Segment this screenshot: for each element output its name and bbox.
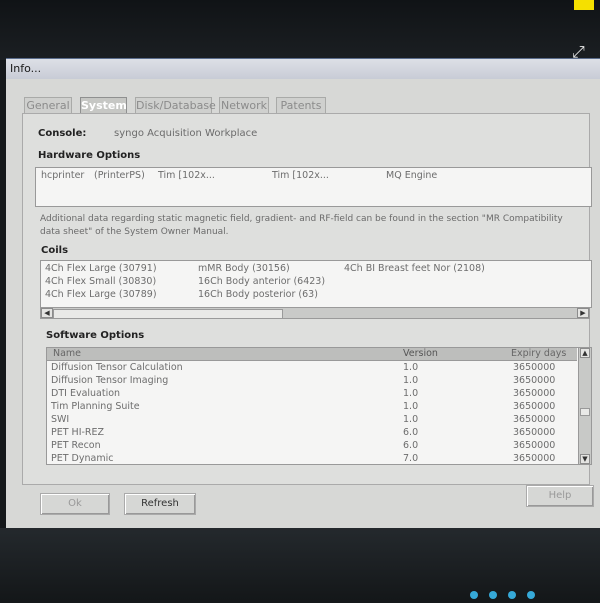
row-version: 1.0 [403,375,419,386]
row-expiry: 3650000 [513,388,556,399]
tab-general[interactable]: General [24,97,72,113]
row-expiry: 3650000 [513,427,556,438]
row-name: Tim Planning Suite [51,401,140,412]
coils-heading: Coils [41,245,69,256]
hardware-item: Tim [102x... [272,170,329,181]
scroll-left-icon[interactable]: ◀ [41,308,53,318]
row-expiry: 3650000 [513,362,556,373]
software-vertical-scrollbar[interactable]: ▲ ▼ [578,348,591,464]
hardware-options-box: hcprinter (PrinterPS) Tim [102x... Tim [… [35,167,592,207]
tab-disk-database[interactable]: Disk/Database [135,97,216,113]
column-version[interactable]: Version [403,348,438,359]
monitor-bezel-top [0,0,600,60]
hardware-item: (PrinterPS) [94,170,145,181]
coil-item: 16Ch Body anterior (6423) [198,276,326,287]
yellow-marker [574,0,594,10]
row-version: 1.0 [403,362,419,373]
row-expiry: 3650000 [513,375,556,386]
hardware-item: Tim [102x... [158,170,215,181]
scroll-right-icon[interactable]: ▶ [577,308,589,318]
row-name: DTI Evaluation [51,388,121,399]
row-name: PET Dynamic [51,453,114,464]
hardware-heading: Hardware Options [38,150,141,161]
row-name: PET Recon [51,440,101,451]
info-window: Info... General System Disk/Database Net… [6,58,600,529]
scroll-thumb[interactable] [580,408,590,416]
window-title: Info... [6,59,600,79]
row-expiry: 3650000 [513,440,556,451]
row-name: Diffusion Tensor Imaging [51,375,169,386]
coil-item: 4Ch Flex Small (30830) [45,276,157,287]
tab-system[interactable]: System [80,97,127,113]
row-name: Diffusion Tensor Calculation [51,362,183,373]
row-version: 6.0 [403,427,419,438]
ok-button[interactable]: Ok [40,493,110,515]
note-line-2: data sheet" of the System Owner Manual. [40,227,229,237]
note-line-1: Additional data regarding static magneti… [40,214,563,224]
software-heading: Software Options [46,330,145,341]
console-label: Console: [38,128,87,139]
scroll-thumb[interactable] [53,309,283,319]
coils-horizontal-scrollbar[interactable]: ◀ ▶ [40,307,590,319]
row-version: 1.0 [403,388,419,399]
tab-patents[interactable]: Patents [276,97,326,113]
coil-item: 16Ch Body posterior (63) [198,289,318,300]
row-version: 1.0 [403,401,419,412]
row-expiry: 3650000 [513,453,556,464]
help-button[interactable]: Help [526,485,594,507]
coil-item: 4Ch Flex Large (30791) [45,263,157,274]
scroll-down-icon[interactable]: ▼ [580,454,590,464]
hardware-item: hcprinter [41,170,85,181]
hardware-item: MQ Engine [386,170,438,181]
refresh-button[interactable]: Refresh [124,493,196,515]
taskbar-icons [470,584,590,599]
row-version: 6.0 [403,440,419,451]
row-name: SWI [51,414,70,425]
console-value: syngo Acquisition Workplace [114,128,258,139]
scroll-up-icon[interactable]: ▲ [580,348,590,358]
column-name[interactable]: Name [53,348,81,359]
coil-item: mMR Body (30156) [198,263,290,274]
row-expiry: 3650000 [513,401,556,412]
column-expiry-days[interactable]: Expiry days [511,348,566,359]
tab-network[interactable]: Network [219,97,269,113]
row-version: 1.0 [403,414,419,425]
coil-item: 4Ch Flex Large (30789) [45,289,157,300]
row-name: PET HI-REZ [51,427,105,438]
row-expiry: 3650000 [513,414,556,425]
coil-item: 4Ch BI Breast feet Nor (2108) [344,263,485,274]
coils-list[interactable]: 4Ch Flex Large (30791) 4Ch Flex Small (3… [40,260,592,308]
row-version: 7.0 [403,453,419,464]
software-options-table[interactable]: Name Version Expiry days Diffusion Tenso… [46,347,592,465]
taskbar-dot-icon [470,591,478,599]
table-header: Name Version Expiry days [47,348,577,361]
